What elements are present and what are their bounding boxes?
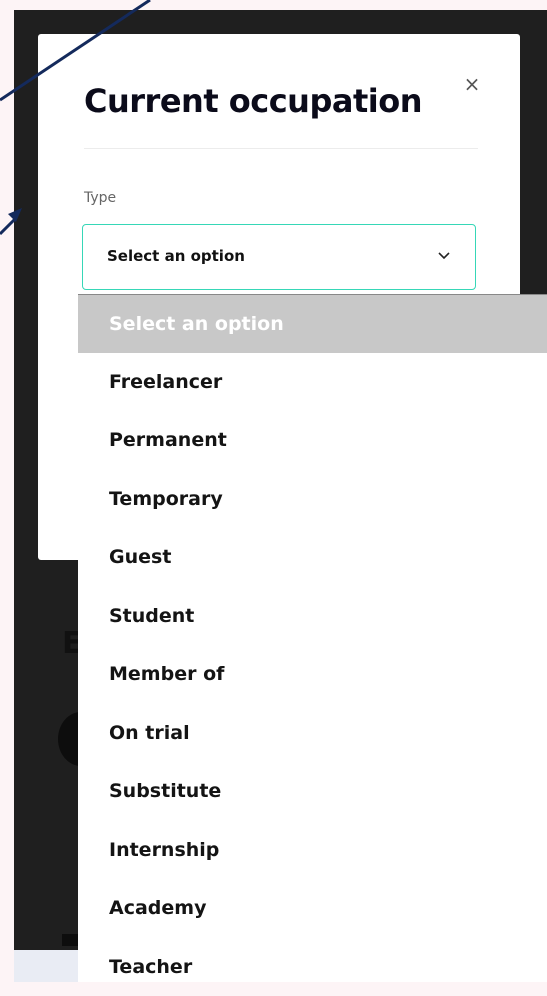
chevron-down-icon [438, 252, 450, 260]
dropdown-option-teacher[interactable]: Teacher [78, 938, 547, 996]
dropdown-option-guest[interactable]: Guest [78, 528, 547, 586]
dropdown-option-substitute[interactable]: Substitute [78, 762, 547, 820]
dropdown-option-permanent[interactable]: Permanent [78, 411, 547, 469]
type-select[interactable]: Select an option [82, 224, 476, 290]
dropdown-option-academy[interactable]: Academy [78, 879, 547, 937]
type-dropdown-list: Select an option Freelancer Permanent Te… [78, 294, 547, 982]
dropdown-option-member-of[interactable]: Member of [78, 645, 547, 703]
dropdown-option-temporary[interactable]: Temporary [78, 470, 547, 528]
dropdown-option-internship[interactable]: Internship [78, 821, 547, 879]
dropdown-option-on-trial[interactable]: On trial [78, 704, 547, 762]
modal-title: Current occupation [84, 82, 422, 120]
close-icon[interactable]: × [462, 74, 482, 94]
divider [84, 148, 478, 149]
type-field-label: Type [84, 190, 117, 206]
type-select-value: Select an option [107, 247, 245, 265]
dropdown-option-placeholder[interactable]: Select an option [78, 295, 547, 353]
dropdown-option-freelancer[interactable]: Freelancer [78, 353, 547, 411]
dropdown-option-student[interactable]: Student [78, 587, 547, 645]
